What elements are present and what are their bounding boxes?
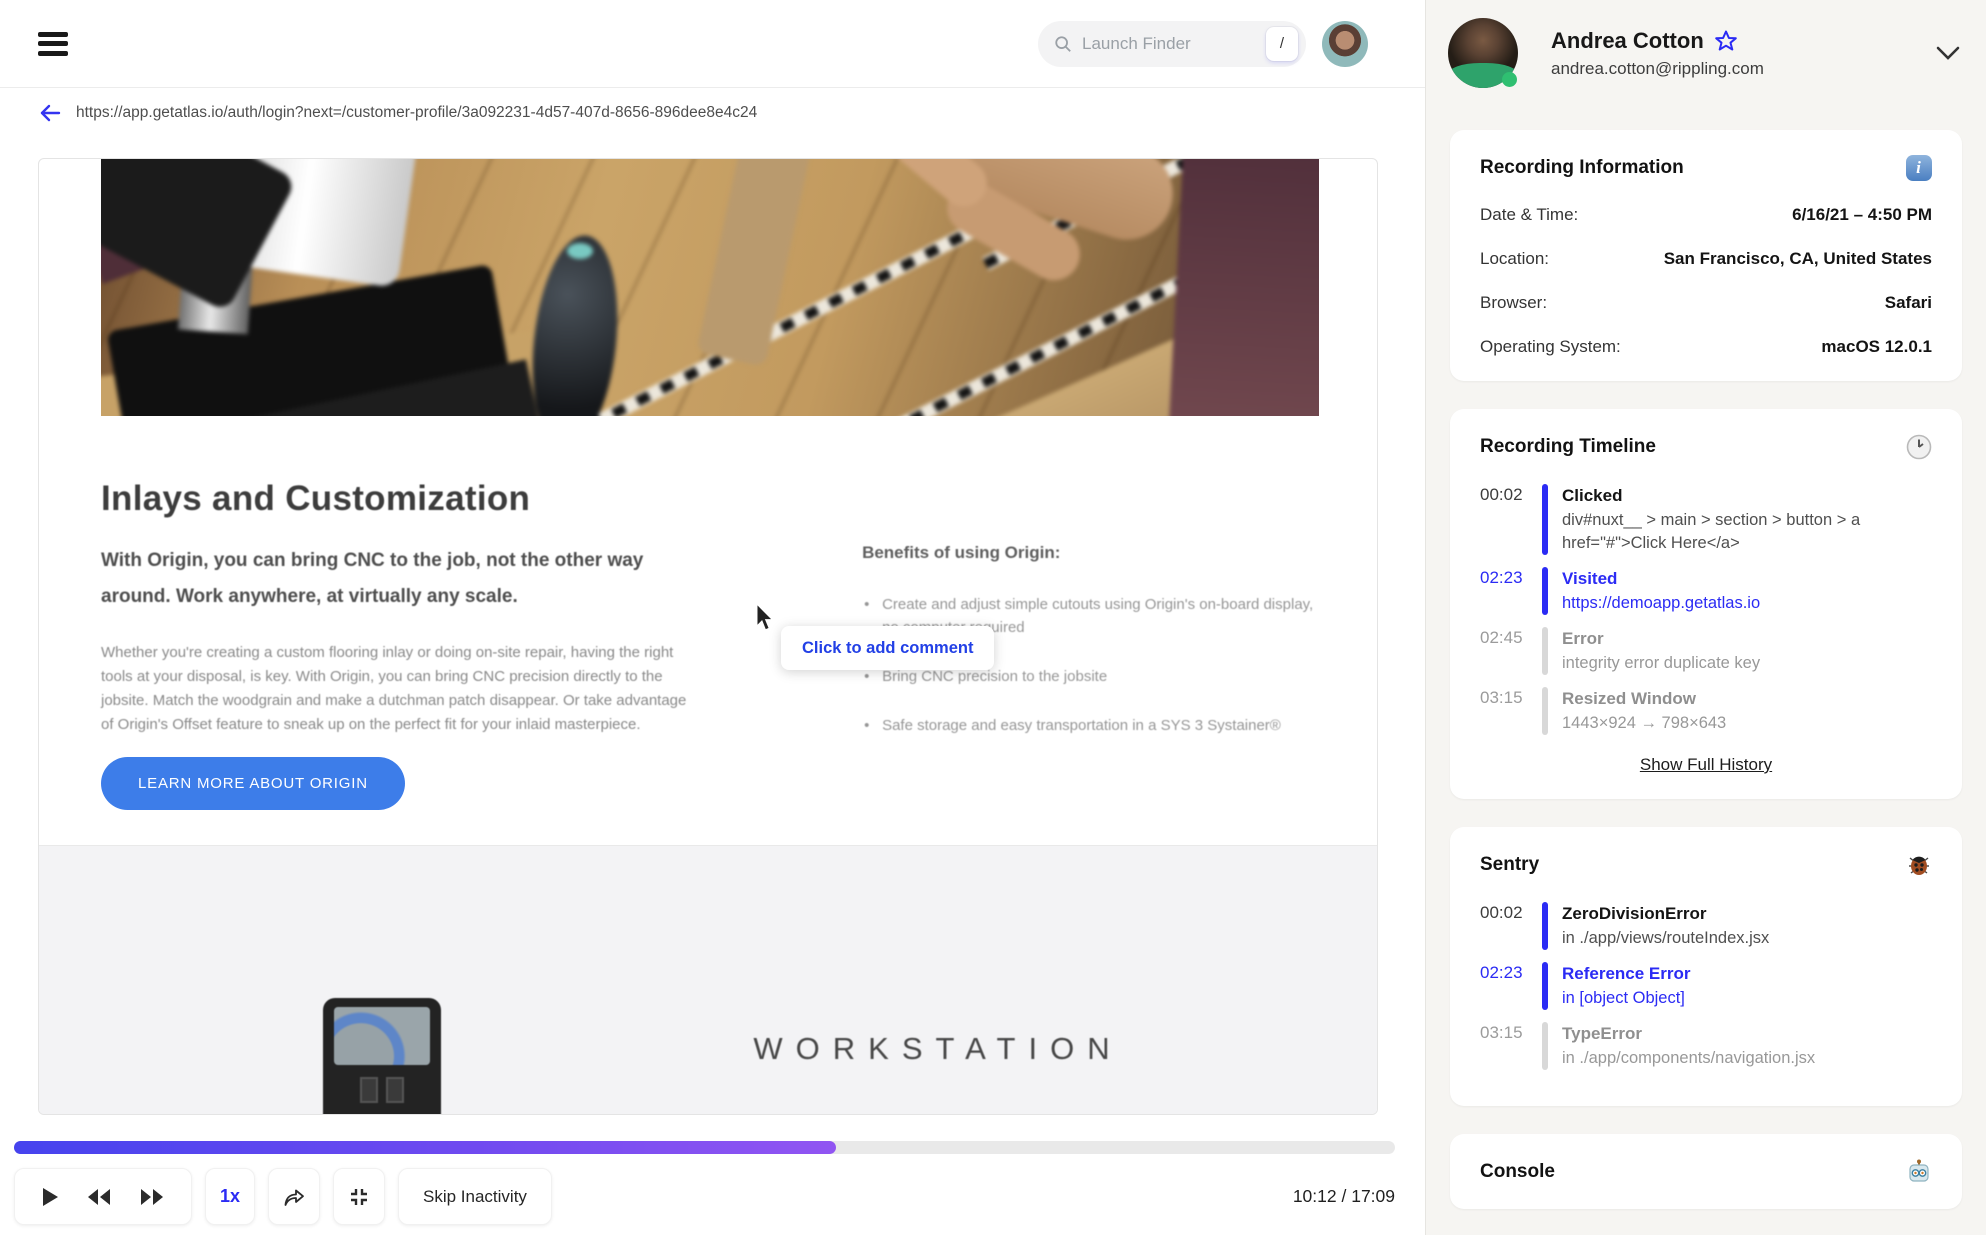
fast-forward-icon xyxy=(141,1188,164,1205)
info-row-location: Location: San Francisco, CA, United Stat… xyxy=(1480,249,1932,268)
rewind-button[interactable] xyxy=(86,1188,112,1206)
workstation-logo: WORKSTATION xyxy=(753,1031,1123,1066)
online-status-dot xyxy=(1502,71,1517,87)
hero-image-wrap xyxy=(39,159,1377,416)
recorded-benefits-title: Benefits of using Origin: xyxy=(862,543,1061,562)
timeline-marker-bar xyxy=(1542,1022,1548,1070)
timeline-marker-bar xyxy=(1542,687,1548,735)
session-replay-app: Launch Finder / https://app.getatlas.io/… xyxy=(0,0,1986,1235)
timeline-marker-bar xyxy=(1542,902,1548,950)
user-header: Andrea Cotton andrea.cotton@rippling.com xyxy=(1426,0,1986,92)
search-placeholder: Launch Finder xyxy=(1082,33,1191,53)
topbar-right: Launch Finder / xyxy=(1038,20,1368,67)
info-row-os: Operating System: macOS 12.0.1 xyxy=(1480,337,1932,356)
info-icon: i xyxy=(1905,154,1932,181)
recorded-page-content: Inlays and Customization With Origin, yo… xyxy=(39,479,1377,810)
main-panel: Launch Finder / https://app.getatlas.io/… xyxy=(0,0,1425,1235)
sidebar-cards: Recording Information i Date & Time: 6/1… xyxy=(1426,130,1986,1209)
bug-icon xyxy=(1905,851,1932,878)
user-name: Andrea Cotton xyxy=(1551,27,1704,53)
share-button[interactable] xyxy=(268,1168,320,1225)
timeline-marker-bar xyxy=(1542,567,1548,615)
show-full-history-link[interactable]: Show Full History xyxy=(1640,755,1772,774)
info-row-date-time: Date & Time: 6/16/21 – 4:50 PM xyxy=(1480,205,1932,224)
share-icon xyxy=(284,1189,304,1206)
sentry-entry[interactable]: 03:15 TypeError in ./app/components/navi… xyxy=(1480,1022,1932,1070)
search-icon xyxy=(1055,35,1071,52)
recording-information-title: Recording Information xyxy=(1480,156,1684,178)
sentry-entry[interactable]: 02:23 Reference Error in [object Object] xyxy=(1480,962,1932,1010)
timeline-marker-bar xyxy=(1542,484,1548,555)
recording-information-card: Recording Information i Date & Time: 6/1… xyxy=(1450,130,1962,381)
robot-icon xyxy=(1905,1158,1932,1185)
timeline-entry[interactable]: 00:02 Clicked div#nuxt__ > main > sectio… xyxy=(1480,484,1932,555)
timeline-marker-bar xyxy=(1542,962,1548,1010)
skip-inactivity-button[interactable]: Skip Inactivity xyxy=(398,1168,552,1225)
clock-icon xyxy=(1905,433,1932,460)
timeline-entry[interactable]: 02:45 Error integrity error duplicate ke… xyxy=(1480,627,1932,675)
back-arrow-icon[interactable] xyxy=(38,102,62,124)
user-email: andrea.cotton@rippling.com xyxy=(1551,58,1764,78)
timeline-marker-bar xyxy=(1542,627,1548,675)
top-bar: Launch Finder / xyxy=(0,0,1425,88)
console-title: Console xyxy=(1480,1160,1555,1182)
play-button[interactable] xyxy=(41,1187,59,1207)
search-input[interactable]: Launch Finder / xyxy=(1038,20,1306,67)
timeline-entry[interactable]: 03:15 Resized Window 1443×924 → 798×643 xyxy=(1480,687,1932,735)
add-comment-tooltip[interactable]: Click to add comment xyxy=(781,626,995,670)
sentry-title: Sentry xyxy=(1480,853,1540,875)
timeline-entry[interactable]: 02:23 Visited https://demoapp.getatlas.i… xyxy=(1480,567,1932,615)
fast-forward-button[interactable] xyxy=(139,1188,165,1206)
recorded-lead-paragraph: With Origin, you can bring CNC to the jo… xyxy=(101,550,644,607)
recorded-cta-button: LEARN MORE ABOUT ORIGIN xyxy=(101,757,405,810)
play-icon xyxy=(42,1187,58,1206)
recording-timeline-card: Recording Timeline 00:02 Clicked div#nux… xyxy=(1450,409,1962,799)
collapse-icon xyxy=(351,1188,367,1205)
recorded-body-paragraph: Whether you're creating a custom floorin… xyxy=(101,644,687,733)
console-card: Console xyxy=(1450,1134,1962,1209)
rewind-icon xyxy=(87,1188,110,1205)
cnc-router-photo xyxy=(101,159,1319,416)
details-sidebar: Andrea Cotton andrea.cotton@rippling.com… xyxy=(1425,0,1986,1235)
playback-progress-fill xyxy=(14,1141,836,1154)
slash-shortcut-key: / xyxy=(1266,26,1298,61)
info-row-browser: Browser: Safari xyxy=(1480,293,1932,312)
playback-progress-bar[interactable] xyxy=(14,1141,1395,1154)
current-user-avatar[interactable] xyxy=(1322,20,1368,67)
recorded-heading: Inlays and Customization xyxy=(101,479,531,518)
session-replay-viewport[interactable]: Inlays and Customization With Origin, yo… xyxy=(38,158,1378,1115)
menu-icon[interactable] xyxy=(38,31,68,56)
recorded-page-url: https://app.getatlas.io/auth/login?next=… xyxy=(76,104,758,121)
benefit-item: Safe storage and easy transportation in … xyxy=(862,714,1319,737)
chevron-down-icon[interactable] xyxy=(1936,46,1960,60)
favorite-star-icon[interactable] xyxy=(1714,29,1738,53)
playback-speed-button[interactable]: 1x xyxy=(205,1168,255,1225)
sentry-entry[interactable]: 00:02 ZeroDivisionError in ./app/views/r… xyxy=(1480,902,1932,950)
sentry-card: Sentry 00:02 ZeroDivisionError in ./app/… xyxy=(1450,827,1962,1106)
playback-time-display: 10:12 / 17:09 xyxy=(1292,1186,1395,1206)
transport-controls xyxy=(14,1168,192,1225)
cursor-pointer-icon xyxy=(756,604,774,631)
shaper-origin-device-image xyxy=(323,998,441,1114)
recording-timeline-title: Recording Timeline xyxy=(1480,435,1656,457)
playback-controls: 1x Skip Inactivity 10:12 / 17:09 xyxy=(14,1168,1395,1225)
replay-url-bar: https://app.getatlas.io/auth/login?next=… xyxy=(0,88,1425,138)
collapse-button[interactable] xyxy=(333,1168,385,1225)
recorded-lower-section: WORKSTATION xyxy=(39,845,1377,1114)
